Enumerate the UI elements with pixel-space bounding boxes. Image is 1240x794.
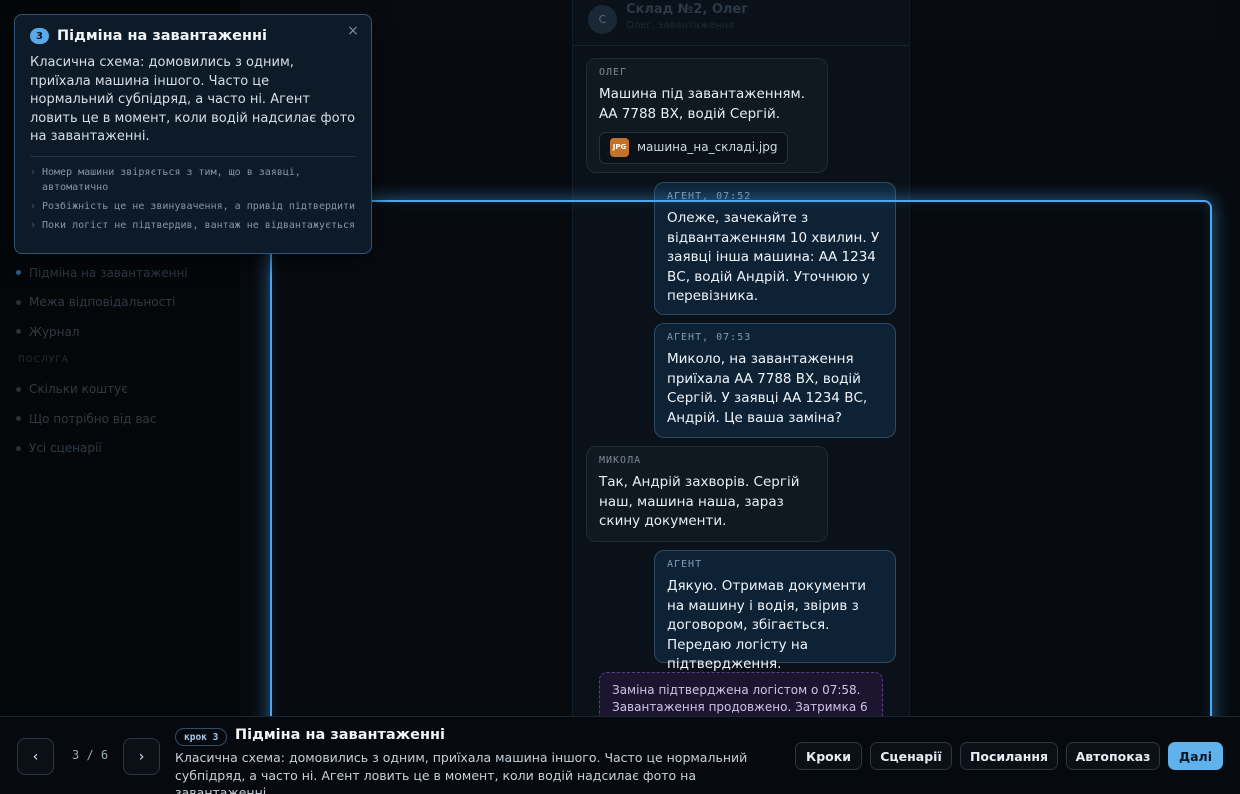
sidebar-item-substitution[interactable]: Підміна на завантаженні [16, 258, 188, 288]
prev-step-button[interactable]: ‹ [17, 738, 54, 775]
chat-message: АГЕНТ, 07:52 Олеже, зачекайте з відванта… [654, 182, 896, 315]
sidebar-item-label: Що потрібно від вас [29, 411, 157, 426]
top-bar-right [910, 0, 1212, 38]
autoplay-button[interactable]: Автопоказ [1066, 742, 1160, 770]
steps-button[interactable]: Кроки [795, 742, 862, 770]
step-number-badge: 3 [30, 28, 49, 44]
message-author: АГЕНТ [667, 559, 703, 570]
bullet-icon [16, 329, 21, 335]
sidebar-item-all-scenarios[interactable]: Усі сценарії [16, 434, 188, 464]
attachment-chip[interactable]: JPG машина_на_складі.jpg [599, 132, 789, 164]
popover-title: Підміна на завантаженні [57, 28, 267, 44]
list-item: Поки логіст не підтвердив, вантаж не від… [30, 218, 356, 233]
chevron-left-icon: ‹ [32, 748, 39, 765]
avatar: С [588, 5, 617, 34]
sidebar-item-requirements[interactable]: Що потрібно від вас [16, 404, 188, 434]
tour-popover: 3 Підміна на завантаженні × Класична схе… [14, 14, 372, 254]
message-author: АГЕНТ, 07:52 [667, 191, 752, 202]
message-text: Дякую. Отримав документи на машину і вод… [667, 578, 866, 672]
sidebar-item-label: Межа відповідальності [29, 295, 176, 310]
links-button[interactable]: Посилання [960, 742, 1058, 770]
attachment-filename: машина_на_складі.jpg [637, 140, 778, 154]
next-step-arrow-button[interactable]: › [123, 738, 160, 775]
next-button[interactable]: Далі [1168, 742, 1223, 770]
sidebar-item-journal[interactable]: Журнал [16, 317, 188, 347]
list-item: Розбіжність це не звинувачення, а привід… [30, 199, 356, 214]
tour-bottom-bar: ‹ 3 / 6 › крок 3 Підміна на завантаженні… [0, 716, 1240, 794]
divider [30, 155, 356, 157]
chat-message: МИКОЛА Так, Андрій захворів. Сергій наш,… [586, 446, 828, 542]
message-text: Олеже, зачекайте з відвантаженням 10 хви… [667, 210, 880, 304]
sidebar-item-label: Скільки коштує [29, 382, 128, 397]
bullet-icon [16, 299, 21, 305]
bullet-icon [16, 416, 21, 422]
step-pill: крок 3 [175, 728, 228, 746]
close-icon[interactable]: × [345, 23, 361, 39]
bullet-icon [16, 386, 21, 392]
jpg-file-icon: JPG [610, 138, 629, 158]
chat-message: АГЕНТ Дякую. Отримав документи на машину… [654, 550, 896, 672]
sidebar-section-label: ПОСЛУГА [18, 354, 70, 365]
chevron-right-icon: › [138, 748, 145, 765]
sidebar-item-label: Журнал [29, 324, 80, 339]
chat-title: Склад №2, Олег [626, 2, 749, 17]
message-text: Машина під завантаженням. АА 7788 ВХ, во… [599, 86, 806, 122]
step-title: Підміна на завантаженні [235, 727, 445, 743]
message-author: МИКОЛА [599, 455, 642, 466]
step-description: Класична схема: домовились з одним, приї… [175, 750, 748, 794]
sidebar-item-responsibility[interactable]: Межа відповідальності [16, 288, 188, 318]
popover-description: Класична схема: домовились з одним, приї… [30, 55, 356, 144]
sidebar-item-label: Усі сценарії [29, 441, 102, 456]
chat-message: АГЕНТ, 07:53 Миколо, на завантаження при… [654, 323, 896, 438]
chat-message: ОЛЕГ Машина під завантаженням. АА 7788 В… [586, 58, 828, 173]
message-text: Миколо, на завантаження приїхала АА 7788… [667, 351, 868, 426]
message-text: Так, Андрій захворів. Сергій наш, машина… [599, 474, 800, 529]
bullet-icon [16, 270, 21, 276]
sidebar-nav: Підміна на завантаженні Межа відповідаль… [16, 258, 188, 463]
step-counter: 3 / 6 [72, 748, 109, 762]
list-item: Номер машини звіряється з тим, що в заяв… [30, 165, 356, 195]
popover-points: Номер машини звіряється з тим, що в заяв… [30, 165, 356, 233]
popover-header: 3 Підміна на завантаженні [30, 28, 356, 44]
scenarios-button[interactable]: Сценарії [870, 742, 952, 770]
sidebar-item-label: Підміна на завантаженні [29, 265, 188, 280]
message-author: ОЛЕГ [599, 67, 628, 78]
bullet-icon [16, 445, 21, 451]
message-author: АГЕНТ, 07:53 [667, 332, 752, 343]
system-note: Заміна підтверджена логістом о 07:58. За… [599, 672, 883, 722]
sidebar-item-pricing[interactable]: Скільки коштує [16, 375, 188, 405]
chat-subtitle: Олег, завантаження [626, 20, 735, 31]
